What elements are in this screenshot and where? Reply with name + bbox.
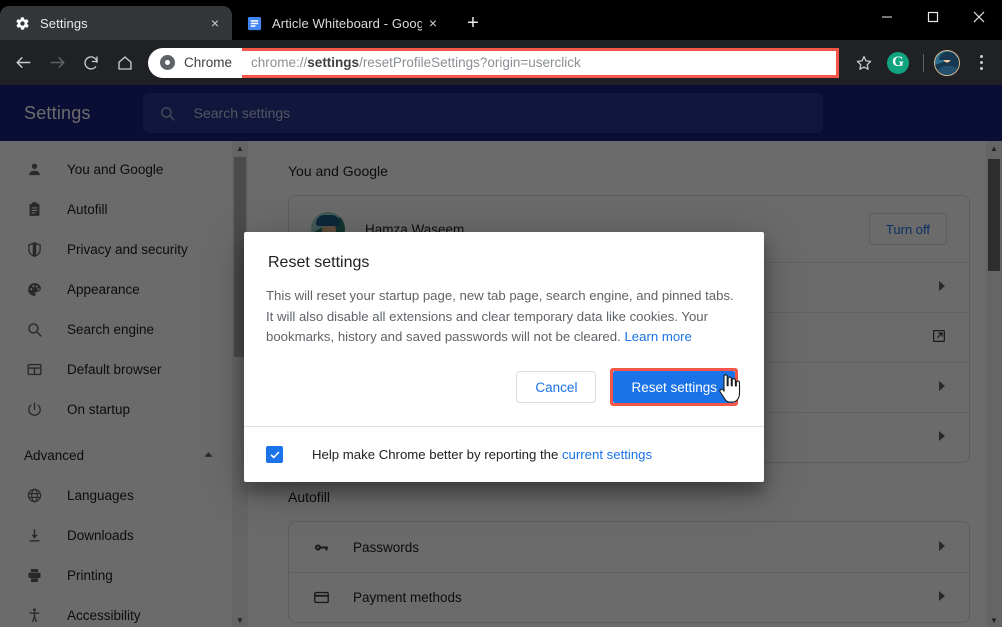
footer-text: Help make Chrome better by reporting the	[312, 447, 562, 462]
home-icon[interactable]	[110, 48, 140, 78]
close-icon[interactable]: ×	[204, 12, 226, 34]
url-prefix: chrome://	[251, 55, 308, 70]
maximize-button[interactable]	[910, 0, 956, 34]
site-chip-label: Chrome	[184, 55, 233, 70]
url-path: /resetProfileSettings?origin=userclick	[359, 55, 581, 70]
minimize-button[interactable]	[864, 0, 910, 34]
reset-settings-button[interactable]: Reset settings	[613, 371, 735, 403]
browser-menu-icon[interactable]	[968, 48, 994, 78]
gear-icon	[14, 15, 30, 31]
site-chip[interactable]: Chrome	[148, 47, 243, 78]
grammarly-extension-icon[interactable]: G	[887, 51, 909, 74]
new-tab-button[interactable]: +	[458, 8, 488, 38]
browser-window: Settings × Article Whiteboard - Google D…	[0, 0, 1002, 627]
url-host: settings	[307, 55, 360, 70]
dialog-footer-label: Help make Chrome better by reporting the…	[312, 447, 652, 462]
toolbar-divider	[923, 53, 924, 72]
reset-settings-button-highlight: Reset settings	[610, 368, 738, 406]
dialog-actions: Cancel Reset settings	[244, 368, 764, 426]
tab-strip: Settings × Article Whiteboard - Google D…	[0, 0, 1002, 40]
dialog-body: This will reset your startup page, new t…	[244, 272, 764, 348]
browser-toolbar: Chrome chrome://settings/resetProfileSet…	[0, 40, 1002, 85]
chrome-logo-icon	[160, 55, 175, 70]
close-button[interactable]	[956, 0, 1002, 34]
tab-title: Article Whiteboard - Google Doc	[272, 15, 422, 31]
learn-more-link[interactable]: Learn more	[624, 329, 691, 344]
back-icon[interactable]	[8, 48, 38, 78]
close-icon[interactable]: ×	[422, 12, 444, 34]
url-input[interactable]: chrome://settings/resetProfileSettings?o…	[242, 47, 839, 78]
dialog-title: Reset settings	[268, 254, 370, 271]
tab-article-whiteboard[interactable]: Article Whiteboard - Google Doc ×	[232, 6, 450, 40]
current-settings-link[interactable]: current settings	[562, 447, 652, 462]
address-bar[interactable]: Chrome chrome://settings/resetProfileSet…	[148, 47, 839, 78]
reload-icon[interactable]	[76, 48, 106, 78]
report-settings-checkbox[interactable]	[266, 446, 283, 463]
tab-title: Settings	[40, 15, 88, 31]
window-controls	[864, 0, 1002, 34]
profile-avatar[interactable]	[934, 49, 960, 76]
reset-settings-dialog: Reset settings This will reset your star…	[244, 232, 764, 482]
dialog-footer: Help make Chrome better by reporting the…	[244, 426, 764, 482]
google-docs-icon	[246, 15, 262, 31]
cancel-button[interactable]: Cancel	[516, 371, 597, 403]
tab-settings[interactable]: Settings ×	[0, 6, 232, 40]
bookmark-star-icon[interactable]	[849, 48, 879, 78]
forward-icon[interactable]	[42, 48, 72, 78]
